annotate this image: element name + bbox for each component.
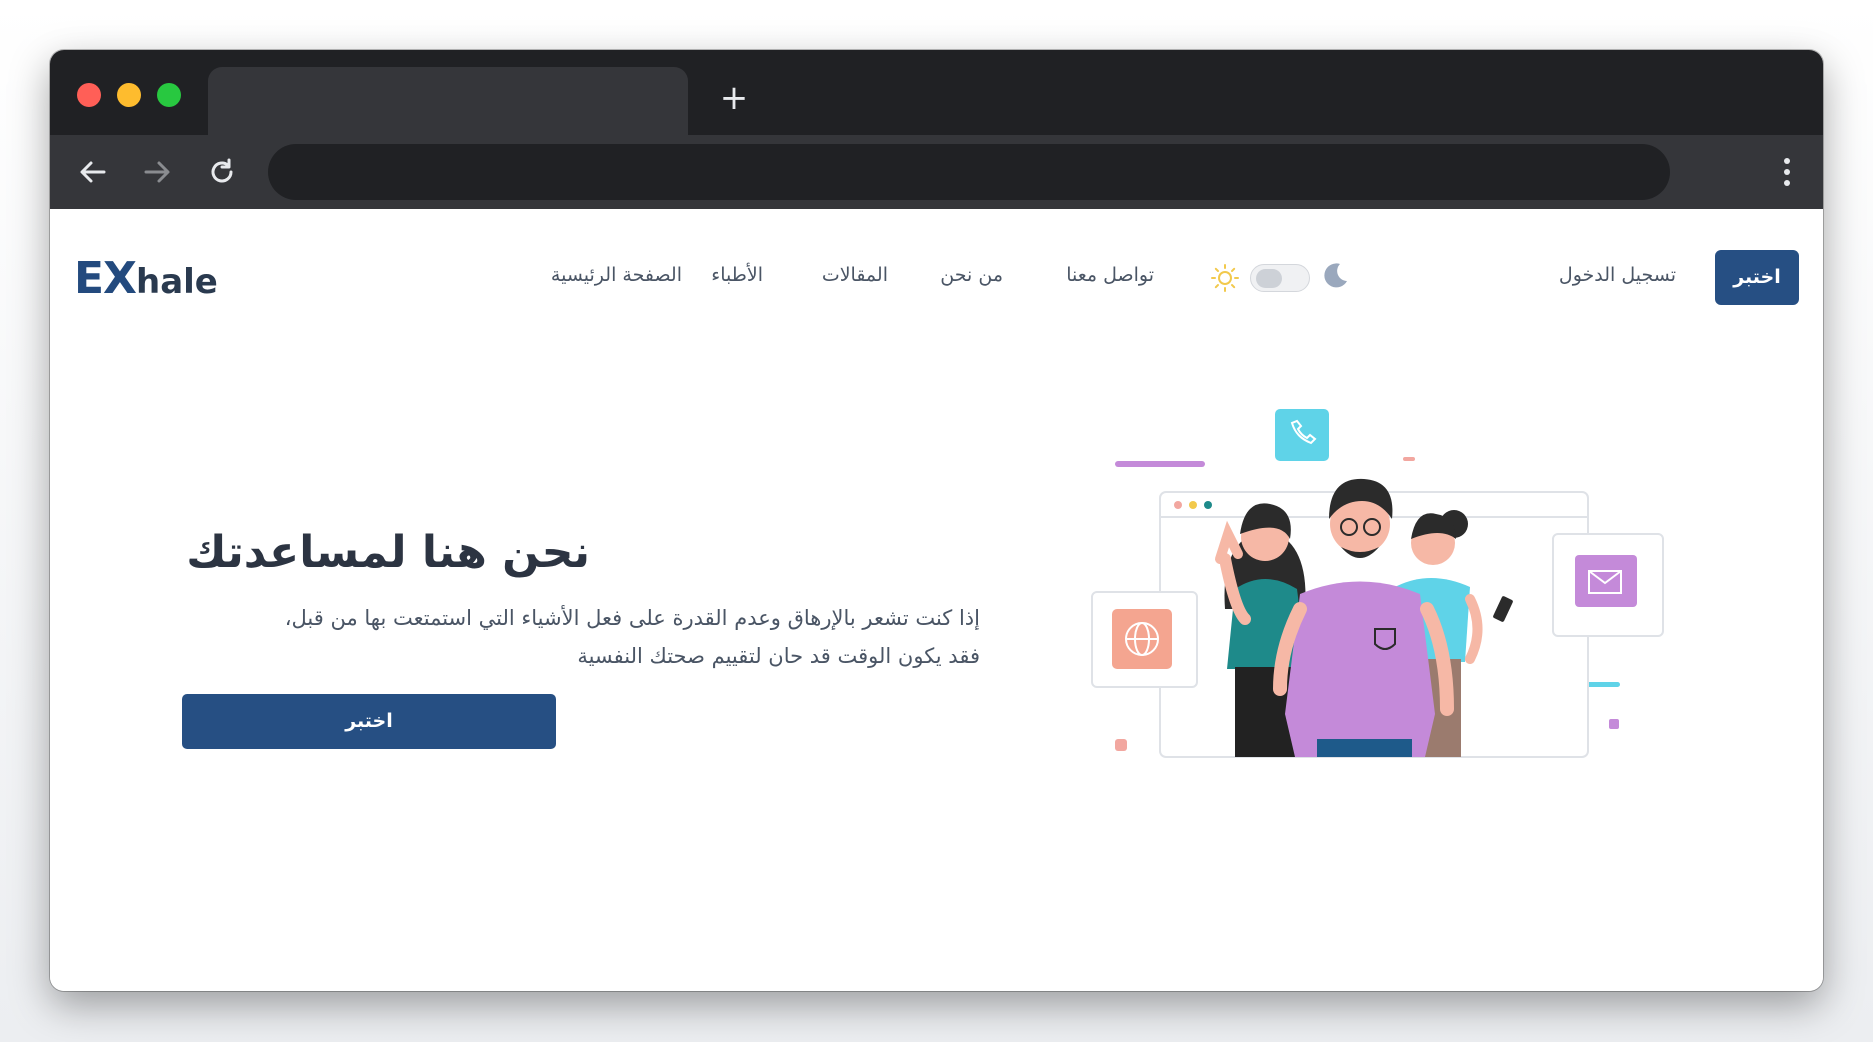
nav-test-button[interactable]: اختبر	[1715, 250, 1799, 305]
nav-link-doctors[interactable]: الأطباء	[711, 264, 763, 286]
browser-tab[interactable]	[208, 67, 688, 135]
hero-description-line-2: فقد يكون الوقت قد حان لتقييم صحتك النفسي…	[577, 644, 980, 668]
web-page: EXhale الصفحة الرئيسية الأطباء المقالات …	[50, 209, 1823, 991]
forward-arrow-icon[interactable]	[140, 155, 174, 189]
close-window-button[interactable]	[77, 83, 101, 107]
moon-icon	[1320, 261, 1350, 291]
screenshot-stage: + EXhale الصفحة الرئيسية الأطباء المقالا…	[0, 0, 1873, 1042]
back-arrow-icon[interactable]	[76, 155, 110, 189]
browser-toolbar	[50, 135, 1823, 209]
new-tab-button[interactable]: +	[718, 81, 750, 115]
nav-link-articles[interactable]: المقالات	[822, 264, 888, 286]
toggle-knob	[1256, 269, 1282, 288]
browser-titlebar: +	[50, 50, 1823, 135]
nav-link-home[interactable]: الصفحة الرئيسية	[551, 264, 682, 286]
login-link[interactable]: تسجيل الدخول	[1559, 264, 1676, 286]
hero-illustration	[1085, 409, 1705, 769]
hero-description: إذا كنت تشعر بالإرهاق وعدم القدرة على فع…	[180, 599, 980, 675]
minimize-window-button[interactable]	[117, 83, 141, 107]
sun-icon	[1210, 263, 1240, 293]
hero-test-button[interactable]: اختبر	[182, 694, 556, 749]
more-vertical-icon[interactable]	[1777, 155, 1797, 189]
theme-switcher	[1210, 261, 1350, 295]
hero-description-line-1: إذا كنت تشعر بالإرهاق وعدم القدرة على فع…	[284, 606, 980, 630]
address-bar[interactable]	[268, 144, 1670, 200]
nav-link-contact[interactable]: تواصل معنا	[1066, 264, 1154, 286]
browser-window: + EXhale الصفحة الرئيسية الأطباء المقالا…	[50, 50, 1823, 991]
theme-toggle[interactable]	[1250, 264, 1310, 292]
reload-icon[interactable]	[205, 155, 239, 189]
hero-title: نحن هنا لمساعدتك	[186, 527, 590, 578]
maximize-window-button[interactable]	[157, 83, 181, 107]
main-navigation: الصفحة الرئيسية الأطباء المقالات من نحن …	[50, 264, 1823, 294]
nav-link-about[interactable]: من نحن	[940, 264, 1003, 286]
